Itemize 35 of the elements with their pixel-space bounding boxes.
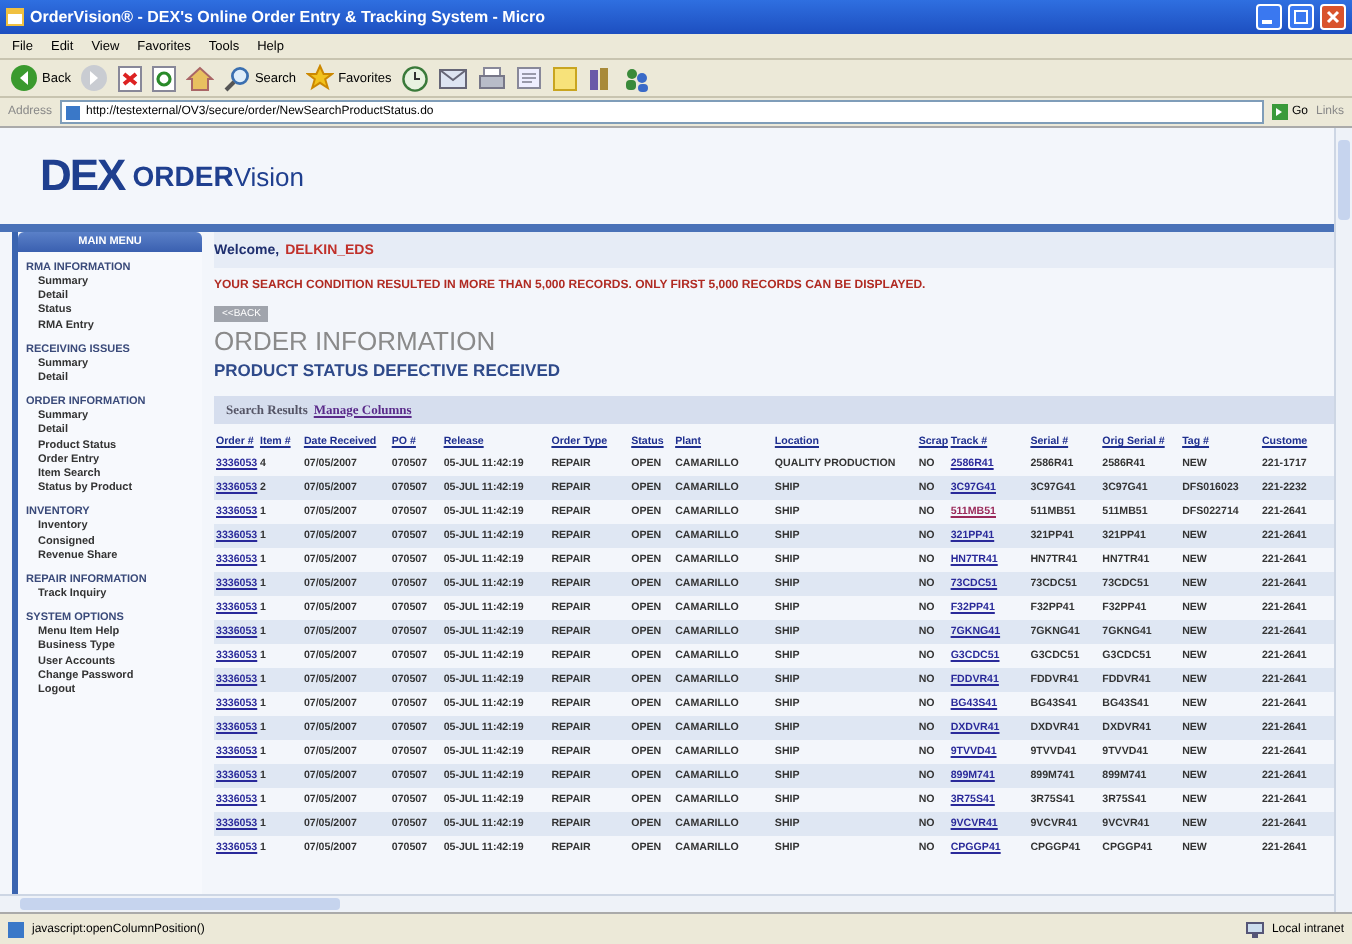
toolbar-button[interactable] [401,65,428,91]
page-subheading: PRODUCT STATUS DEFECTIVE RECEIVED [214,358,563,384]
vertical-scrollbar[interactable] [1334,128,1352,912]
stop-icon [118,65,143,91]
horizontal-scrollbar[interactable] [0,894,1334,912]
maximize-button[interactable] [1288,4,1314,30]
page-icon [66,105,81,119]
printer-icon [477,65,506,91]
toolbar-button[interactable] [118,65,143,91]
back-icon [10,64,38,92]
clock-icon [401,65,428,91]
mail-icon [437,66,468,90]
books-icon [587,65,614,91]
minimize-button[interactable] [1256,4,1282,30]
search-icon [224,65,251,91]
document-icon [515,66,542,90]
browser-icon [6,8,24,26]
logo-brand: DEX [40,150,125,202]
refresh-icon [152,65,177,91]
home-icon [186,65,215,91]
page-heading: ORDER INFORMATION [214,326,498,356]
window-title: OrderVision® - DEX's Online Order Entry & Tracking System - Micro [30,8,547,26]
note-icon [551,65,578,91]
forward-icon [80,64,109,92]
toolbar-button[interactable] [587,65,614,91]
star-icon [306,64,335,92]
close-icon [1326,10,1340,24]
page-icon [8,922,24,938]
network-icon [1245,922,1264,938]
go-icon [1271,104,1288,120]
logo-text: ORDER [132,160,234,192]
logo-text: Vision [233,161,304,191]
maximize-icon [1294,10,1308,24]
people-icon [623,65,650,91]
close-button[interactable] [1320,4,1346,30]
